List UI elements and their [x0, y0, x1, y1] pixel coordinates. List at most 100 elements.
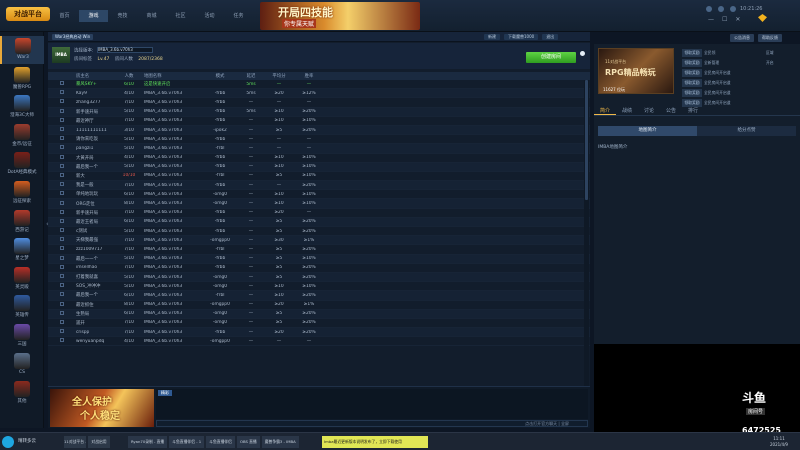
new-room-button[interactable]: 新建	[484, 34, 500, 40]
row-checkbox[interactable]	[60, 108, 64, 113]
row-checkbox[interactable]	[60, 191, 64, 196]
exit-button[interactable]: 退出	[542, 34, 559, 40]
reward-button[interactable]: 领取奖励	[682, 89, 702, 97]
taskbar-app[interactable]: 11对战平台 - IMBA	[64, 436, 86, 448]
row-select[interactable]	[48, 182, 76, 188]
row-checkbox[interactable]	[60, 218, 64, 223]
table-row[interactable]: pangzi1 5/10 IMBA_3.6b.v70h3 -frbl — — —	[48, 144, 590, 154]
row-checkbox[interactable]	[60, 329, 64, 334]
row-checkbox[interactable]	[60, 283, 64, 288]
taskbar-clock[interactable]: 11:11 2021/4/9	[770, 436, 788, 448]
row-select[interactable]	[48, 228, 76, 234]
detail-tab[interactable]: 战绩	[616, 106, 638, 115]
row-checkbox[interactable]	[60, 237, 64, 242]
sidebar-item[interactable]: 英雄传	[0, 293, 44, 321]
row-checkbox[interactable]	[60, 172, 64, 177]
nav-item[interactable]: 商城	[137, 10, 166, 22]
table-row[interactable]: 遥开 7/10 IMBA_3.6b.v70h3 -omg0 — ≥5 ≥20%	[48, 319, 590, 329]
sidebar-item[interactable]: 远征探索	[0, 179, 44, 207]
nav-item[interactable]: 首页	[50, 10, 79, 22]
sidebar-item[interactable]: 三国	[0, 322, 44, 350]
table-row[interactable]: SOS_冲冲冲 5/10 IMBA_3.6b.v70h3 -omg0 — ≥10 ≥10%	[48, 282, 590, 292]
row-select[interactable]	[48, 99, 76, 105]
nav-item[interactable]: 竞技	[108, 10, 137, 22]
minimize-button[interactable]: —	[708, 16, 714, 23]
table-row[interactable]: zhang3277 7/10 IMBA_3.6b.v70h3 -frbb — — —	[48, 98, 590, 108]
row-checkbox[interactable]	[60, 117, 64, 122]
row-select[interactable]	[48, 292, 76, 298]
table-row[interactable]: crispp 7/10 IMBA_3.6b.v70h3 -frbb — ≥20 ≥20%	[48, 328, 590, 338]
row-checkbox[interactable]	[60, 163, 64, 168]
row-select[interactable]	[48, 163, 76, 170]
detail-subtab[interactable]: 地图简介	[598, 126, 697, 136]
row-select[interactable]	[48, 319, 76, 326]
user-icon[interactable]	[706, 6, 712, 12]
column-header[interactable]: 房主名	[76, 73, 114, 79]
row-select[interactable]	[48, 154, 76, 161]
row-checkbox[interactable]	[60, 255, 64, 260]
taskbar-app[interactable]: 对战启用	[88, 436, 110, 448]
row-checkbox[interactable]	[60, 127, 64, 132]
sidebar-item[interactable]: 英灵殿	[0, 265, 44, 293]
row-select[interactable]	[48, 338, 76, 344]
detail-tab[interactable]: 排行	[682, 106, 704, 115]
row-select[interactable]	[48, 81, 76, 87]
detail-tab[interactable]: 公告	[660, 106, 682, 115]
row-select[interactable]	[48, 127, 76, 133]
taskbar-task[interactable]: OBS 直播	[236, 436, 260, 448]
reward-button[interactable]: 领取奖励	[682, 79, 702, 87]
nav-item[interactable]: 社区	[166, 10, 195, 22]
vip-diamond-icon[interactable]	[758, 14, 767, 22]
version-select[interactable]: IMBA_3.6b.v70h3	[96, 47, 153, 53]
taskbar-notification[interactable]: Imba最近更新版本说明发布了，立即下载使用	[322, 436, 428, 448]
table-row[interactable]: 生熟局 6/10 IMBA_3.6b.v70h3 -omg0 — ≥5 ≥20%	[48, 309, 590, 319]
row-select[interactable]	[48, 90, 76, 96]
download-button[interactable]: 下载魔兽1000	[504, 34, 539, 40]
weather-widget[interactable]: 晴转多云	[18, 438, 36, 444]
table-row[interactable]: 新手速开局 7/10 IMBA_3.6b.v70h3 -frbb — ≥20 —	[48, 209, 590, 218]
row-select[interactable]	[48, 200, 76, 207]
table-row[interactable]: 最后一一个 5/10 IMBA_3.6b.v70h3 -frbb — ≥5 ≥10%	[48, 254, 590, 264]
table-row[interactable]: 天梯我最强 7/10 IMBA_3.6b.v70h3 -omgpp0 — ≥30 ≥1%	[48, 236, 590, 246]
sidebar-item[interactable]: 星之梦	[0, 236, 44, 264]
close-button[interactable]: ✕	[735, 16, 740, 23]
nav-item[interactable]: 游戏	[79, 10, 108, 22]
row-select[interactable]	[48, 117, 76, 124]
reward-button[interactable]: 领取奖励	[682, 59, 702, 67]
row-checkbox[interactable]	[60, 209, 64, 214]
reward-button[interactable]: 领取奖励	[682, 49, 702, 57]
table-row[interactable]: 单纯地玩玩 6/10 IMBA_3.6b.v70h3 -omg0 — ≥10 ≥10%	[48, 190, 590, 200]
table-row[interactable]: 请你来吃饭 5/10 IMBA_3.6b.v70h3 -frbb — — —	[48, 135, 590, 145]
table-row[interactable]: 11111111111 3/10 IMBA_3.6b.v70h3 -ipok2 — ≥5 ≥…	[48, 125, 590, 136]
rpg-banner[interactable]: 11对战平台 RPG精品畅玩 11627 位玩	[598, 48, 674, 94]
row-checkbox[interactable]	[60, 246, 64, 251]
create-room-button[interactable]: 创建房间	[526, 52, 576, 63]
announcement-button[interactable]: 公告消息	[730, 34, 754, 42]
room-tag[interactable]: War3经典启动 Win	[52, 34, 94, 40]
row-select[interactable]	[48, 172, 76, 179]
detail-subtab[interactable]: 给分点赞	[697, 126, 796, 136]
sidebar-item[interactable]: 其他	[0, 379, 44, 407]
chat-hint[interactable]: 点击打开官方聊天 | 全屏	[525, 421, 569, 427]
row-checkbox[interactable]	[60, 301, 64, 306]
top-banner-ad[interactable]: 开局四技能 你专属天赋	[260, 2, 420, 30]
table-row[interactable]: 暴风SKY+ 6/10 这是快速开启 5ms — —	[48, 80, 590, 90]
column-header[interactable]: 模式	[202, 73, 238, 79]
row-checkbox[interactable]	[60, 81, 64, 86]
table-row[interactable]: imsellhao 7/10 IMBA_3.6b.v70h3 -frbb — ≥5 ≥20%	[48, 264, 590, 273]
row-select[interactable]	[48, 301, 76, 308]
maximize-button[interactable]: ☐	[722, 16, 727, 23]
row-select[interactable]	[48, 237, 76, 243]
row-select[interactable]	[48, 283, 76, 289]
row-select[interactable]	[48, 191, 76, 197]
start-icon[interactable]	[2, 436, 14, 448]
sidebar-item[interactable]: 魔兽RPG	[0, 65, 44, 93]
help-button[interactable]: 帮助反馈	[758, 34, 782, 42]
row-checkbox[interactable]	[60, 99, 64, 104]
table-row[interactable]: 我是一般 7/10 IMBA_3.6b.v70h3 -frbb — — ≥20%	[48, 181, 590, 191]
bottom-ad-banner[interactable]: 全人保护 个人稳定	[50, 389, 154, 427]
column-header[interactable]: 地图名称	[144, 73, 202, 79]
sidebar-item[interactable]: CS	[0, 351, 44, 379]
table-row[interactable]: 新大 10/10 IMBA_3.6b.v70h3 -frbl — ≥5 ≥10%	[48, 172, 590, 182]
row-checkbox[interactable]	[60, 292, 64, 297]
